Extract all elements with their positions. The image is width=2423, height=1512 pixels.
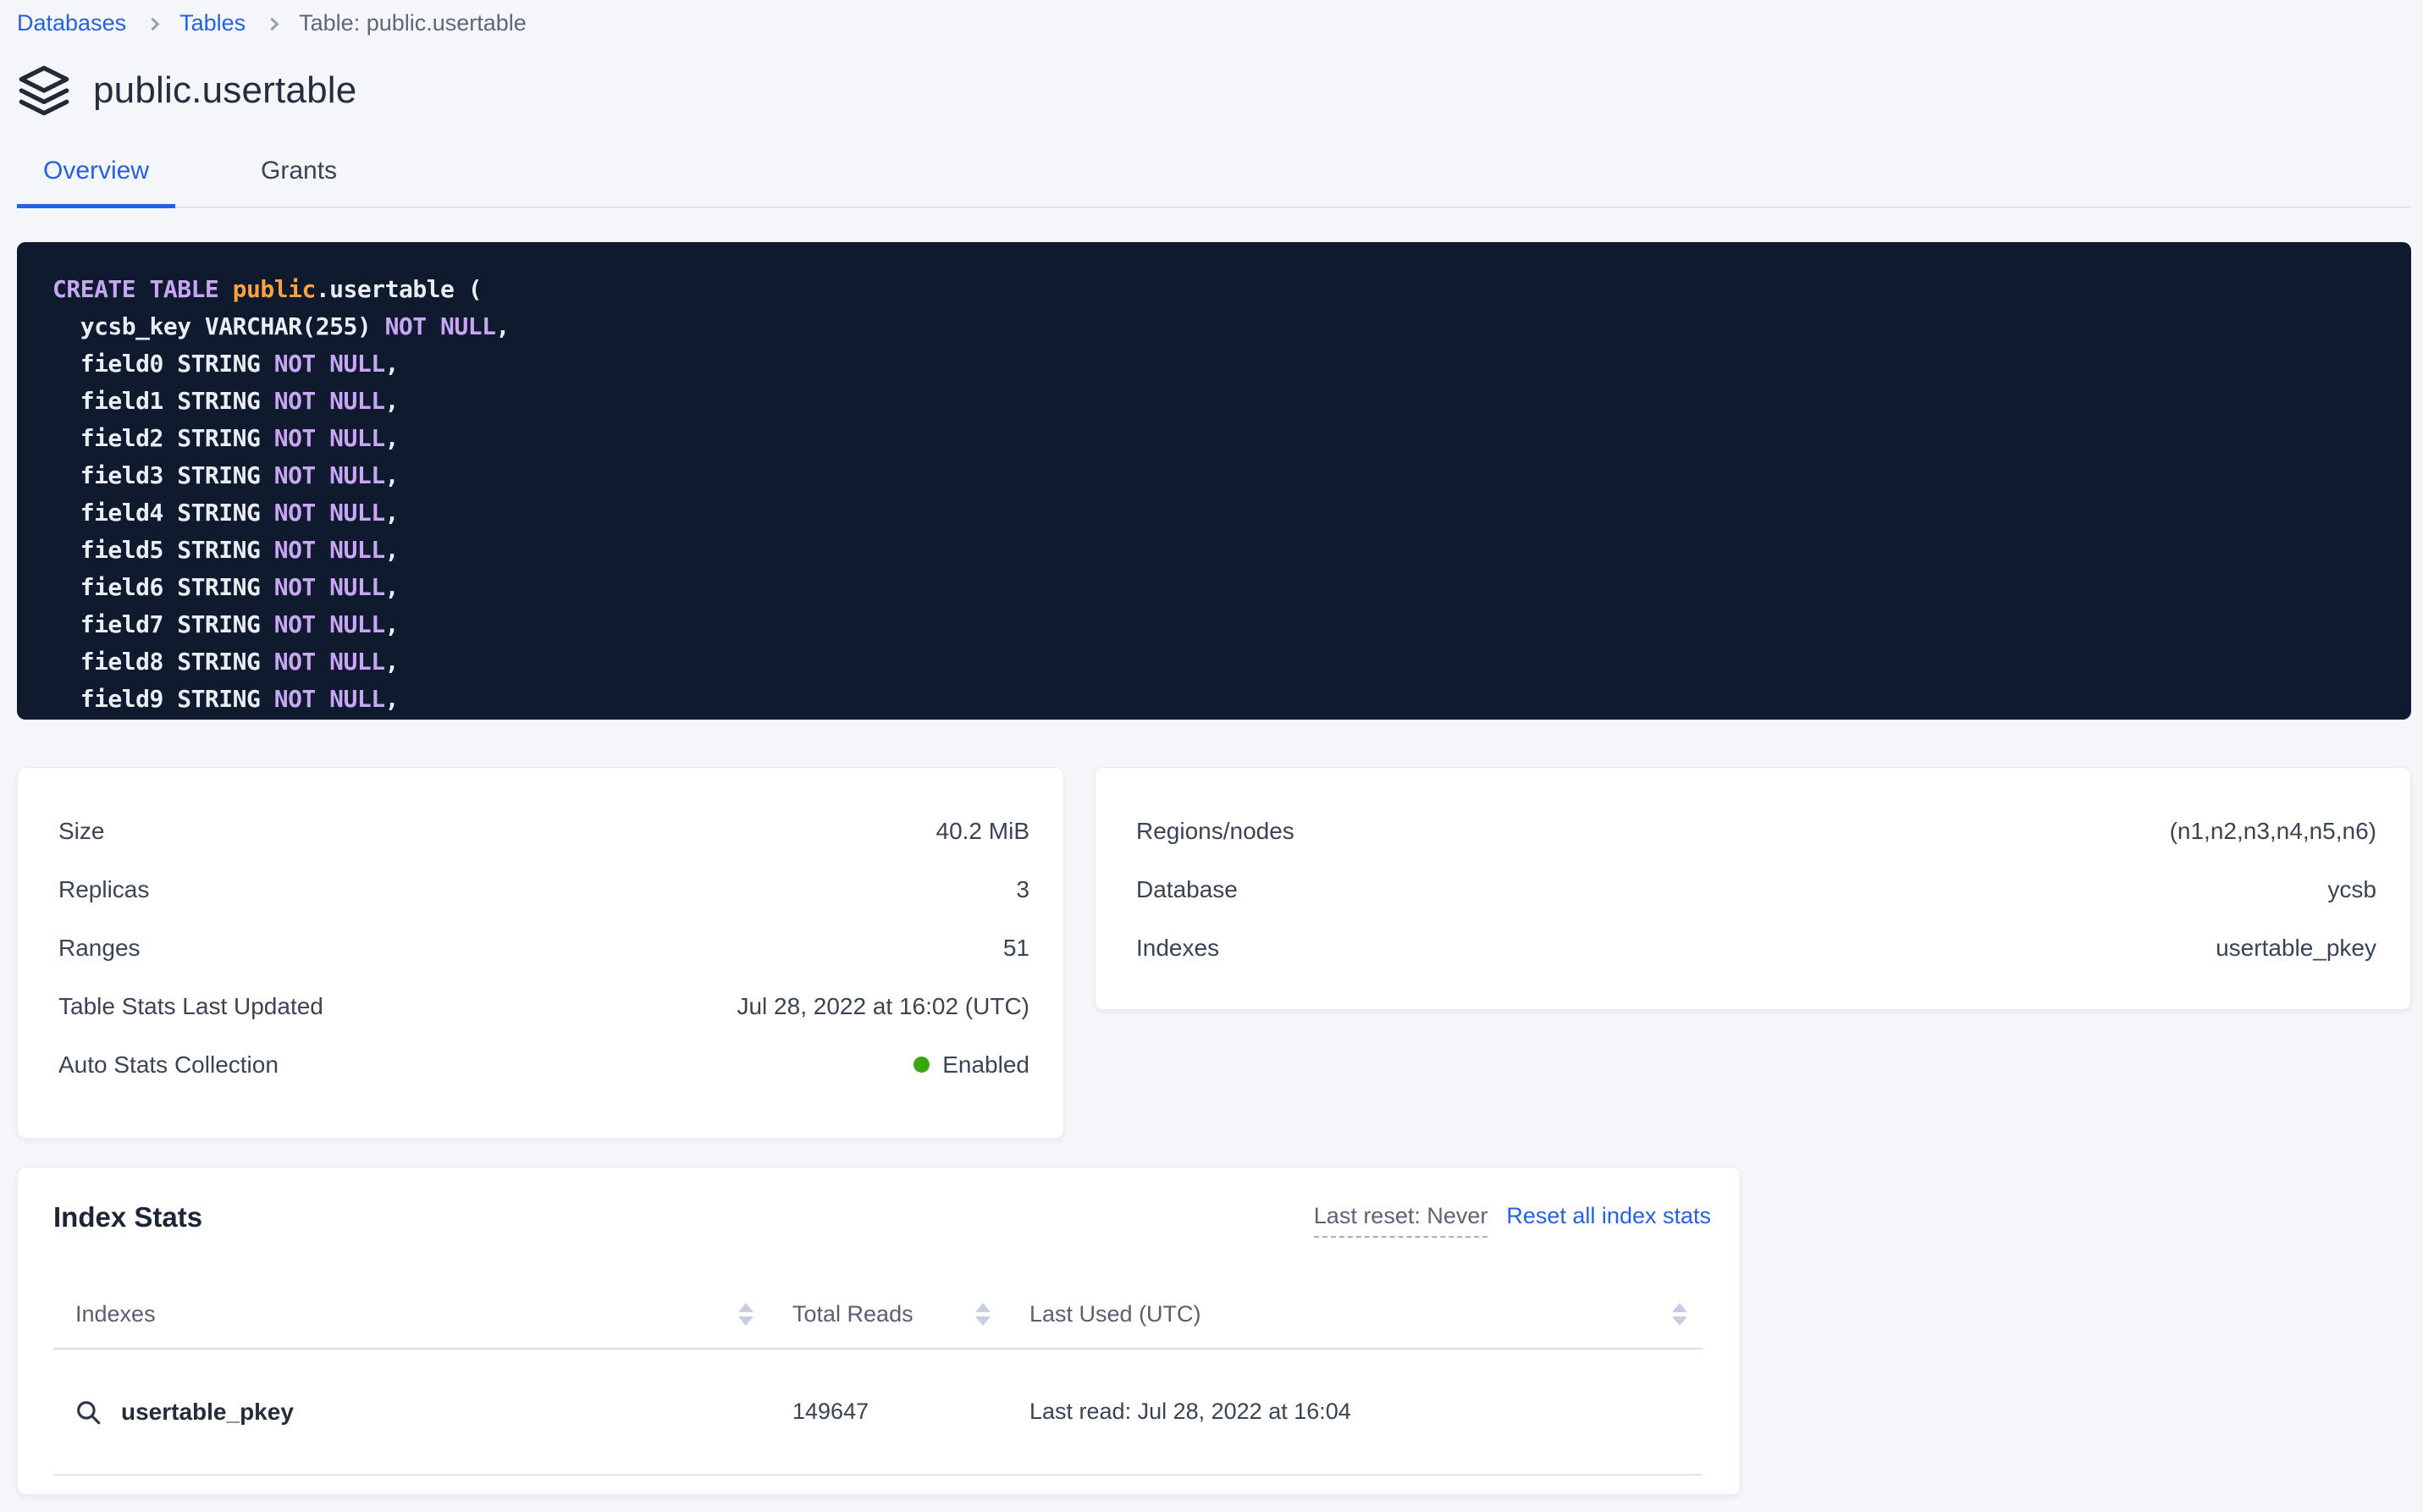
stat-row: Database ycsb <box>1136 860 2376 919</box>
chevron-right-icon <box>146 18 160 31</box>
breadcrumb: Databases Tables Table: public.usertable <box>17 0 2411 36</box>
sql-line: field1 STRING NOT NULL, <box>52 383 2376 420</box>
stat-row: Replicas 3 <box>58 860 1029 919</box>
sql-line: field7 STRING NOT NULL, <box>52 606 2376 643</box>
column-label: Last Used (UTC) <box>1029 1301 1201 1327</box>
stat-row: Size 40.2 MiB <box>58 802 1029 860</box>
index-stats-header: Index Stats Last reset: Never Reset all … <box>53 1201 1711 1238</box>
sort-asc-icon <box>1672 1303 1687 1312</box>
sort-asc-icon <box>738 1303 753 1312</box>
stat-row: Table Stats Last Updated Jul 28, 2022 at … <box>58 977 1029 1035</box>
column-header-total-reads[interactable]: Total Reads <box>769 1301 1006 1327</box>
stat-value: 40.2 MiB <box>936 818 1030 845</box>
total-reads-value: 149647 <box>769 1399 1006 1425</box>
stat-row: Auto Stats Collection Enabled <box>58 1035 1029 1094</box>
stat-value: Enabled <box>913 1051 1029 1079</box>
page-content: Databases Tables Table: public.usertable p… <box>17 0 2411 1495</box>
stat-label: Ranges <box>58 935 141 962</box>
index-stats-table-header: Indexes Total Reads Last Used (UTC) <box>53 1280 1703 1349</box>
stat-row: Ranges 51 <box>58 919 1029 977</box>
sort-asc-icon <box>975 1303 991 1312</box>
column-header-last-used-utc-[interactable]: Last Used (UTC) <box>1006 1301 1703 1327</box>
table-meta-card: Regions/nodes (n1,n2,n3,n4,n5,n6) Database… <box>1095 767 2411 1010</box>
reset-index-stats-link[interactable]: Reset all index stats <box>1506 1203 1711 1229</box>
stat-label: Indexes <box>1136 935 1219 962</box>
column-label: Indexes <box>75 1301 156 1327</box>
sql-line: field8 STRING NOT NULL, <box>52 643 2376 681</box>
index-stats-actions: Last reset: Never Reset all index stats <box>1314 1201 1711 1238</box>
layers-icon <box>17 63 71 118</box>
table-stats-card: Size 40.2 MiB Replicas 3 Ranges 51 Table Stats… <box>17 767 1064 1139</box>
index-name-cell[interactable]: usertable_pkey <box>53 1398 769 1426</box>
stat-row: Regions/nodes (n1,n2,n3,n4,n5,n6) <box>1136 802 2376 860</box>
stat-value: ycsb <box>2327 876 2376 903</box>
sort-desc-icon <box>1672 1316 1687 1326</box>
sql-line: field4 STRING NOT NULL, <box>52 494 2376 532</box>
overview-stats-row: Size 40.2 MiB Replicas 3 Ranges 51 Table Stats… <box>17 767 2411 1139</box>
sort-arrows-icon <box>975 1303 991 1326</box>
stat-label: Auto Stats Collection <box>58 1051 279 1079</box>
sort-arrows-icon <box>1672 1303 1687 1326</box>
column-label: Total Reads <box>792 1301 913 1327</box>
page-title: public.usertable <box>93 69 356 112</box>
index-stats-table-body: usertable_pkey 149647Last read: Jul 28, 2… <box>53 1349 1711 1476</box>
stat-label: Size <box>58 818 104 845</box>
sql-line: field2 STRING NOT NULL, <box>52 420 2376 457</box>
stat-label: Regions/nodes <box>1136 818 1294 845</box>
chevron-right-icon <box>266 18 279 31</box>
breadcrumb-link[interactable]: Databases <box>17 10 126 36</box>
stat-value: 3 <box>1016 876 1029 903</box>
sql-line: field5 STRING NOT NULL, <box>52 532 2376 569</box>
stat-value: usertable_pkey <box>2216 935 2376 962</box>
tab-overview[interactable]: Overview <box>17 157 175 208</box>
tab-bar: Overview Grants <box>17 157 2411 208</box>
stat-label: Table Stats Last Updated <box>58 993 323 1020</box>
page-header: public.usertable <box>17 63 2411 118</box>
stat-label: Replicas <box>58 876 149 903</box>
stat-value: (n1,n2,n3,n4,n5,n6) <box>2170 818 2376 845</box>
sql-line: field6 STRING NOT NULL, <box>52 569 2376 606</box>
sql-line: field0 STRING NOT NULL, <box>52 345 2376 383</box>
status-dot-enabled <box>913 1057 930 1073</box>
search-icon <box>74 1398 102 1426</box>
stat-value: 51 <box>1003 935 1029 962</box>
last-used-value: Last read: Jul 28, 2022 at 16:04 <box>1006 1399 1703 1425</box>
stat-value: Jul 28, 2022 at 16:02 (UTC) <box>737 993 1029 1020</box>
create-table-sql-box: CREATE TABLE public.usertable ( ycsb_key… <box>17 242 2411 720</box>
index-stats-title: Index Stats <box>53 1201 202 1233</box>
last-reset-label: Last reset: Never <box>1314 1203 1488 1238</box>
tab-grants[interactable]: Grants <box>235 157 363 208</box>
sort-desc-icon <box>738 1316 753 1326</box>
sql-line: field9 STRING NOT NULL, <box>52 681 2376 718</box>
sort-arrows-icon <box>738 1303 753 1326</box>
stat-row: Indexes usertable_pkey <box>1136 919 2376 977</box>
stat-label: Database <box>1136 876 1238 903</box>
index-stats-table: Indexes Total Reads Last Used (UTC) userta… <box>53 1280 1711 1476</box>
breadcrumb-current: Table: public.usertable <box>299 10 527 36</box>
index-stats-row: usertable_pkey 149647Last read: Jul 28, 2… <box>53 1349 1703 1476</box>
index-stats-card: Index Stats Last reset: Never Reset all … <box>17 1167 1741 1495</box>
column-header-indexes[interactable]: Indexes <box>53 1301 769 1327</box>
breadcrumb-link[interactable]: Tables <box>179 10 246 36</box>
sql-line: CREATE TABLE public.usertable ( <box>52 271 2376 308</box>
sql-line: field3 STRING NOT NULL, <box>52 457 2376 494</box>
index-name: usertable_pkey <box>121 1399 294 1426</box>
sql-line: ycsb_key VARCHAR(255) NOT NULL, <box>52 308 2376 345</box>
sort-desc-icon <box>975 1316 991 1326</box>
